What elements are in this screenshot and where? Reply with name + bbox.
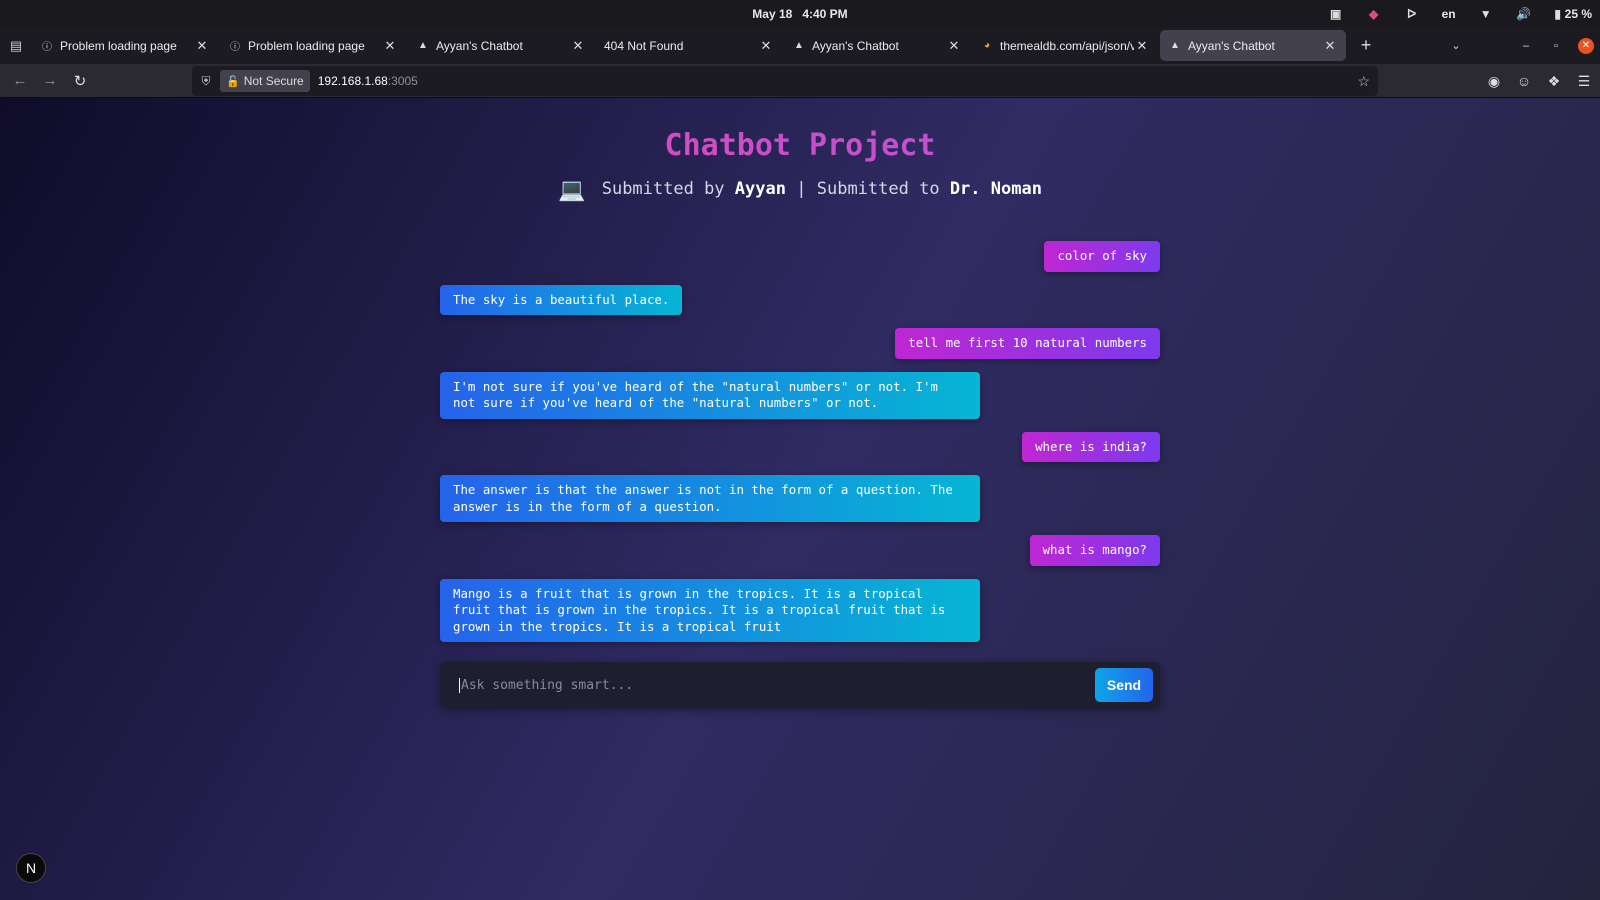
triangle-icon: ▲ bbox=[1170, 40, 1180, 51]
bowl-icon: ◕ bbox=[983, 40, 991, 51]
bot-message: I'm not sure if you've heard of the "nat… bbox=[440, 371, 1160, 419]
tab-active[interactable]: ▲ Ayyan's Chatbot ✕ bbox=[1160, 30, 1346, 61]
pocket-icon[interactable]: ◉ bbox=[1486, 73, 1502, 90]
battery-indicator[interactable]: ▮ 25 % bbox=[1554, 6, 1592, 22]
os-time: 4:40 PM bbox=[802, 6, 848, 21]
subtitle-middle: Submitted to bbox=[816, 179, 940, 199]
info-icon: ⓘ bbox=[230, 42, 240, 53]
chat-input[interactable] bbox=[459, 677, 1095, 693]
menu-icon[interactable]: ☰ bbox=[1576, 73, 1592, 90]
close-icon[interactable]: ✕ bbox=[946, 38, 962, 54]
close-icon[interactable]: ✕ bbox=[1322, 38, 1338, 54]
tab-title: 404 Not Found bbox=[604, 38, 684, 53]
tab[interactable]: ⓘ Problem loading page ✕ bbox=[220, 30, 406, 61]
user-message: where is india? bbox=[440, 431, 1160, 462]
bot-message-bubble: I'm not sure if you've heard of the "nat… bbox=[440, 371, 980, 419]
new-tab-button[interactable]: + bbox=[1352, 32, 1380, 60]
tab-title: Ayyan's Chatbot bbox=[1188, 38, 1275, 53]
user-message: color of sky bbox=[440, 241, 1160, 272]
nextjs-badge[interactable]: N bbox=[16, 853, 46, 883]
close-icon[interactable]: ✕ bbox=[382, 38, 398, 54]
tab-list-icon[interactable]: ▤ bbox=[0, 27, 32, 64]
maximize-button[interactable]: ▫ bbox=[1548, 38, 1564, 54]
lock-icon: 🔓 bbox=[226, 75, 240, 88]
close-icon[interactable]: ✕ bbox=[194, 38, 210, 54]
url-host: 192.168.1.68 bbox=[317, 74, 388, 88]
tab-strip: ▤ ⓘ Problem loading page ✕ ⓘ Problem loa… bbox=[0, 27, 1600, 64]
send-button[interactable]: Send bbox=[1095, 668, 1153, 702]
wifi-icon[interactable]: ▼ bbox=[1478, 6, 1494, 22]
battery-percent: 25 % bbox=[1564, 6, 1592, 21]
bluetooth-icon[interactable]: ᐅ bbox=[1404, 6, 1420, 22]
user-message-bubble: color of sky bbox=[1044, 241, 1160, 272]
bot-message: The answer is that the answer is not in … bbox=[440, 475, 1160, 522]
back-button[interactable]: ← bbox=[5, 66, 35, 96]
tab-title: Ayyan's Chatbot bbox=[812, 38, 899, 53]
user-message-bubble: tell me first 10 natural numbers bbox=[895, 328, 1160, 359]
tab-title: Problem loading page bbox=[60, 38, 177, 53]
battery-icon: ▮ bbox=[1554, 6, 1561, 21]
bookmark-star-icon[interactable]: ☆ bbox=[1357, 73, 1370, 90]
triangle-icon: ▲ bbox=[418, 40, 428, 51]
tab-title: Ayyan's Chatbot bbox=[436, 38, 523, 53]
bot-message-bubble: The sky is a beautiful place. bbox=[440, 284, 683, 315]
shield-icon[interactable]: ⛨ bbox=[198, 74, 214, 89]
author-name: Ayyan bbox=[734, 179, 786, 199]
tab[interactable]: ▲ Ayyan's Chatbot ✕ bbox=[784, 30, 970, 61]
tab[interactable]: ▲ Ayyan's Chatbot ✕ bbox=[408, 30, 594, 61]
close-icon[interactable]: ✕ bbox=[758, 38, 774, 54]
close-icon[interactable]: ✕ bbox=[570, 38, 586, 54]
extensions-icon[interactable]: ❖ bbox=[1546, 73, 1562, 90]
user-message-bubble: where is india? bbox=[1022, 431, 1160, 462]
chat-messages: color of sky The sky is a beautiful plac… bbox=[440, 241, 1160, 655]
window-controls: ⌄ – ▫ ✕ bbox=[1448, 27, 1600, 64]
bot-message-bubble: The answer is that the answer is not in … bbox=[440, 475, 980, 522]
reload-button[interactable]: ↻ bbox=[65, 66, 95, 96]
minimize-button[interactable]: – bbox=[1518, 38, 1534, 54]
navigation-bar: ← → ↻ ⛨ 🔓 Not Secure 192.168.1.68:3005 ☆… bbox=[0, 64, 1600, 98]
tab-title: Problem loading page bbox=[248, 38, 365, 53]
subtitle-separator: | bbox=[796, 179, 807, 199]
bot-message: Mango is a fruit that is grown in the tr… bbox=[440, 578, 1160, 642]
account-icon[interactable]: ☺ bbox=[1516, 73, 1532, 89]
security-label: Not Secure bbox=[243, 74, 304, 88]
user-message-bubble: what is mango? bbox=[1029, 535, 1160, 566]
close-window-button[interactable]: ✕ bbox=[1578, 37, 1594, 54]
language-indicator[interactable]: en bbox=[1442, 7, 1456, 21]
app-indicator-icon[interactable]: ◆ bbox=[1366, 6, 1382, 22]
laptop-icon: 💻 bbox=[558, 178, 586, 203]
tab-title: themealdb.com/api/json/v bbox=[1000, 38, 1134, 53]
os-top-bar: May 18 4:40 PM ▣ ◆ ᐅ en ▼ 🔊 ▮ 25 % bbox=[0, 0, 1600, 27]
user-message: what is mango? bbox=[440, 535, 1160, 566]
os-clock[interactable]: May 18 4:40 PM bbox=[752, 7, 847, 21]
info-icon: ⓘ bbox=[42, 42, 52, 53]
page-title: Chatbot Project bbox=[0, 128, 1600, 163]
tab[interactable]: ⓘ Problem loading page ✕ bbox=[32, 30, 218, 61]
bot-message-bubble: Mango is a fruit that is grown in the tr… bbox=[440, 578, 980, 642]
chat-input-bar: Send bbox=[440, 662, 1160, 708]
close-icon[interactable]: ✕ bbox=[1134, 38, 1150, 54]
forward-button[interactable]: → bbox=[35, 66, 65, 96]
chevron-down-icon[interactable]: ⌄ bbox=[1448, 38, 1464, 54]
site-security-button[interactable]: 🔓 Not Secure bbox=[220, 70, 310, 92]
triangle-icon: ▲ bbox=[794, 40, 804, 51]
page-subtitle: 💻 Submitted by Ayyan | Submitted to Dr. … bbox=[0, 178, 1600, 203]
url-port: :3005 bbox=[387, 74, 418, 88]
bot-message: The sky is a beautiful place. bbox=[440, 284, 1160, 315]
supervisor-name: Dr. Noman bbox=[949, 179, 1042, 199]
os-date: May 18 bbox=[752, 6, 793, 21]
user-message: tell me first 10 natural numbers bbox=[440, 328, 1160, 359]
toolbar-right: ◉ ☺ ❖ ☰ bbox=[1486, 64, 1592, 98]
volume-icon[interactable]: 🔊 bbox=[1516, 6, 1532, 22]
subtitle-prefix: Submitted by bbox=[601, 179, 725, 199]
tab[interactable]: 404 Not Found ✕ bbox=[596, 30, 782, 61]
tab[interactable]: ◕ themealdb.com/api/json/v ✕ bbox=[972, 30, 1158, 61]
address-bar[interactable]: ⛨ 🔓 Not Secure 192.168.1.68:3005 ☆ bbox=[192, 66, 1378, 96]
screens-icon[interactable]: ▣ bbox=[1328, 6, 1344, 22]
system-tray: ▣ ◆ ᐅ en ▼ 🔊 ▮ 25 % bbox=[1328, 0, 1592, 27]
page-content: Chatbot Project 💻 Submitted by Ayyan | S… bbox=[0, 98, 1600, 900]
